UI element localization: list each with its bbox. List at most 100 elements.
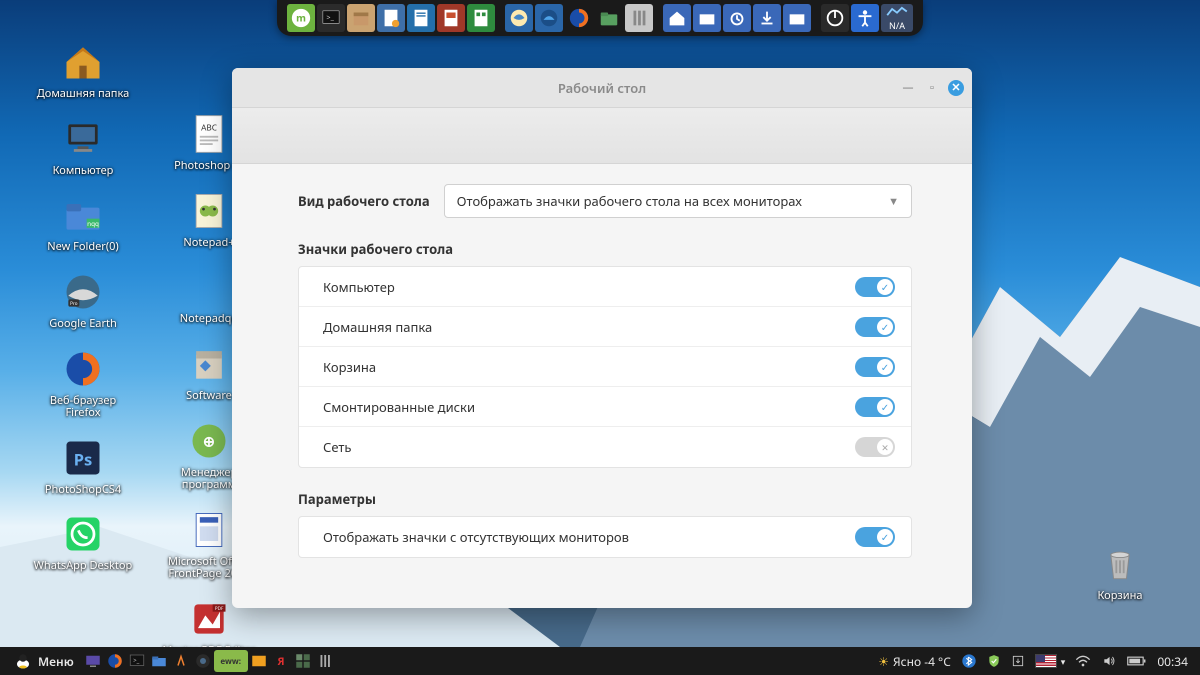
window-toolbar [232, 108, 972, 164]
calc-icon[interactable] [467, 4, 495, 32]
desktop-icon-label: Google Earth [49, 318, 117, 331]
files-panel-icon[interactable] [148, 650, 170, 672]
toggle-missing-monitors[interactable] [855, 527, 895, 547]
bottom-panel: Меню >_ eww: Я ☀Ясно -4 °C ▾ 00:34 [0, 647, 1200, 675]
whatsapp-icon[interactable]: WhatsApp Desktop [33, 510, 133, 573]
firefox-desktop-icon[interactable]: Веб-браузер Firefox [33, 345, 133, 420]
google-earth-icon[interactable]: Pro Google Earth [33, 268, 133, 331]
toggle-mounted[interactable] [855, 397, 895, 417]
option-label: Домашняя папка [323, 318, 432, 336]
firefox-panel-icon[interactable] [104, 650, 126, 672]
files-icon[interactable] [595, 4, 623, 32]
desktop-view-select[interactable]: Отображать значки рабочего стола на всех… [444, 184, 912, 218]
option-row: Корзина [299, 347, 911, 387]
power-icon[interactable] [821, 4, 849, 32]
option-row: Смонтированные диски [299, 387, 911, 427]
option-label: Компьютер [323, 278, 395, 296]
volume-icon[interactable] [1101, 654, 1117, 668]
option-label: Смонтированные диски [323, 398, 475, 416]
icedove-icon[interactable] [505, 4, 533, 32]
option-label: Корзина [323, 358, 376, 376]
select-value: Отображать значки рабочего стола на всех… [457, 192, 802, 210]
active-window-icon[interactable] [248, 650, 270, 672]
desktop-icon-label: Веб-браузер Firefox [33, 395, 133, 420]
firefox-dock-icon[interactable] [565, 4, 593, 32]
folder-open-icon[interactable] [783, 4, 811, 32]
camera-panel-icon[interactable] [192, 650, 214, 672]
desktop-icon-label: Notepadqq [180, 313, 238, 326]
svg-text:PDF: PDF [215, 606, 224, 612]
svg-text:>_: >_ [133, 657, 139, 665]
option-row: Домашняя папка [299, 307, 911, 347]
toggle-trash[interactable] [855, 357, 895, 377]
weather-indicator[interactable]: ☀Ясно -4 °C [878, 653, 951, 670]
desktop-icon-label: Компьютер [53, 165, 114, 178]
window-content: Вид рабочего стола Отображать значки раб… [232, 164, 972, 608]
thunderbird-icon[interactable] [535, 4, 563, 32]
mixer-panel-icon[interactable] [314, 650, 336, 672]
impress-icon[interactable] [437, 4, 465, 32]
toggle-network[interactable] [855, 437, 895, 457]
accessibility-icon[interactable] [851, 4, 879, 32]
toggle-home[interactable] [855, 317, 895, 337]
keyboard-layout-icon[interactable]: ▾ [1035, 654, 1066, 668]
shield-icon[interactable] [987, 653, 1001, 669]
svg-text:m: m [296, 11, 306, 25]
svg-text:Я: Я [277, 655, 284, 669]
yandex-panel-icon[interactable]: Я [270, 650, 292, 672]
menu-button[interactable]: Меню [6, 647, 82, 675]
trash-icon[interactable]: Корзина [1070, 540, 1170, 603]
home-dock-icon[interactable] [663, 4, 691, 32]
chevron-down-icon: ▼ [888, 194, 899, 209]
notes-icon[interactable] [377, 4, 405, 32]
download-icon[interactable] [753, 4, 781, 32]
bluetooth-icon[interactable] [961, 653, 977, 669]
terminal-icon[interactable]: >_ [317, 4, 345, 32]
desktop-icon-label: New Folder(0) [47, 241, 118, 254]
eww-panel-icon[interactable]: eww: [214, 650, 248, 672]
terminal-panel-icon[interactable]: >_ [126, 650, 148, 672]
window-title: Рабочий стол [558, 79, 646, 97]
na-indicator-icon[interactable]: N/A [881, 4, 913, 32]
writer-icon[interactable] [407, 4, 435, 32]
svg-text:ABC: ABC [201, 122, 217, 133]
mint-menu-icon[interactable]: m [287, 4, 315, 32]
desktop-icon-label: Домашняя папка [37, 88, 129, 101]
backup-icon[interactable] [723, 4, 751, 32]
close-button[interactable]: ✕ [948, 80, 964, 96]
workspace-panel-icon[interactable] [292, 650, 314, 672]
battery-icon[interactable] [1127, 655, 1147, 667]
option-label: Отображать значки с отсутствующих монито… [323, 528, 629, 546]
svg-text:Pro: Pro [70, 301, 78, 307]
computer-icon[interactable]: Компьютер [33, 115, 133, 178]
toggle-computer[interactable] [855, 277, 895, 297]
top-dock: m >_ N/A [277, 0, 923, 36]
desktop-icon-label: Корзина [1098, 590, 1143, 603]
update-icon[interactable] [1011, 654, 1025, 668]
option-row: Компьютер [299, 267, 911, 307]
equalizer-icon[interactable] [625, 4, 653, 32]
minimize-button[interactable]: — [900, 80, 916, 96]
clock[interactable]: 00:34 [1157, 653, 1188, 670]
home-folder-icon[interactable]: Домашняя папка [33, 38, 133, 101]
maximize-button[interactable]: ▫ [924, 80, 940, 96]
wifi-icon[interactable] [1075, 654, 1091, 668]
package-icon[interactable] [347, 4, 375, 32]
svg-text:>_: >_ [326, 13, 334, 23]
svg-text:nqq: nqq [87, 219, 99, 228]
folder-blue-icon[interactable] [693, 4, 721, 32]
option-label: Сеть [323, 438, 351, 456]
system-tray: ☀Ясно -4 °C ▾ 00:34 [878, 653, 1194, 670]
show-desktop-icon[interactable] [82, 650, 104, 672]
linux-icon [14, 652, 32, 670]
svg-text:Ps: Ps [74, 447, 93, 470]
desktop-settings-window: Рабочий стол — ▫ ✕ Вид рабочего стола От… [232, 68, 972, 608]
svg-text:⊕: ⊕ [203, 431, 215, 451]
desktop-view-label: Вид рабочего стола [298, 192, 430, 210]
photoshop-desktop-icon[interactable]: PsPhotoShopCS4 [33, 434, 133, 497]
section-params-label: Параметры [298, 490, 912, 508]
window-titlebar[interactable]: Рабочий стол — ▫ ✕ [232, 68, 972, 108]
new-folder-icon[interactable]: nqq New Folder(0) [33, 191, 133, 254]
app-panel-icon[interactable] [170, 650, 192, 672]
desktop-icon-label: Software [186, 390, 232, 403]
